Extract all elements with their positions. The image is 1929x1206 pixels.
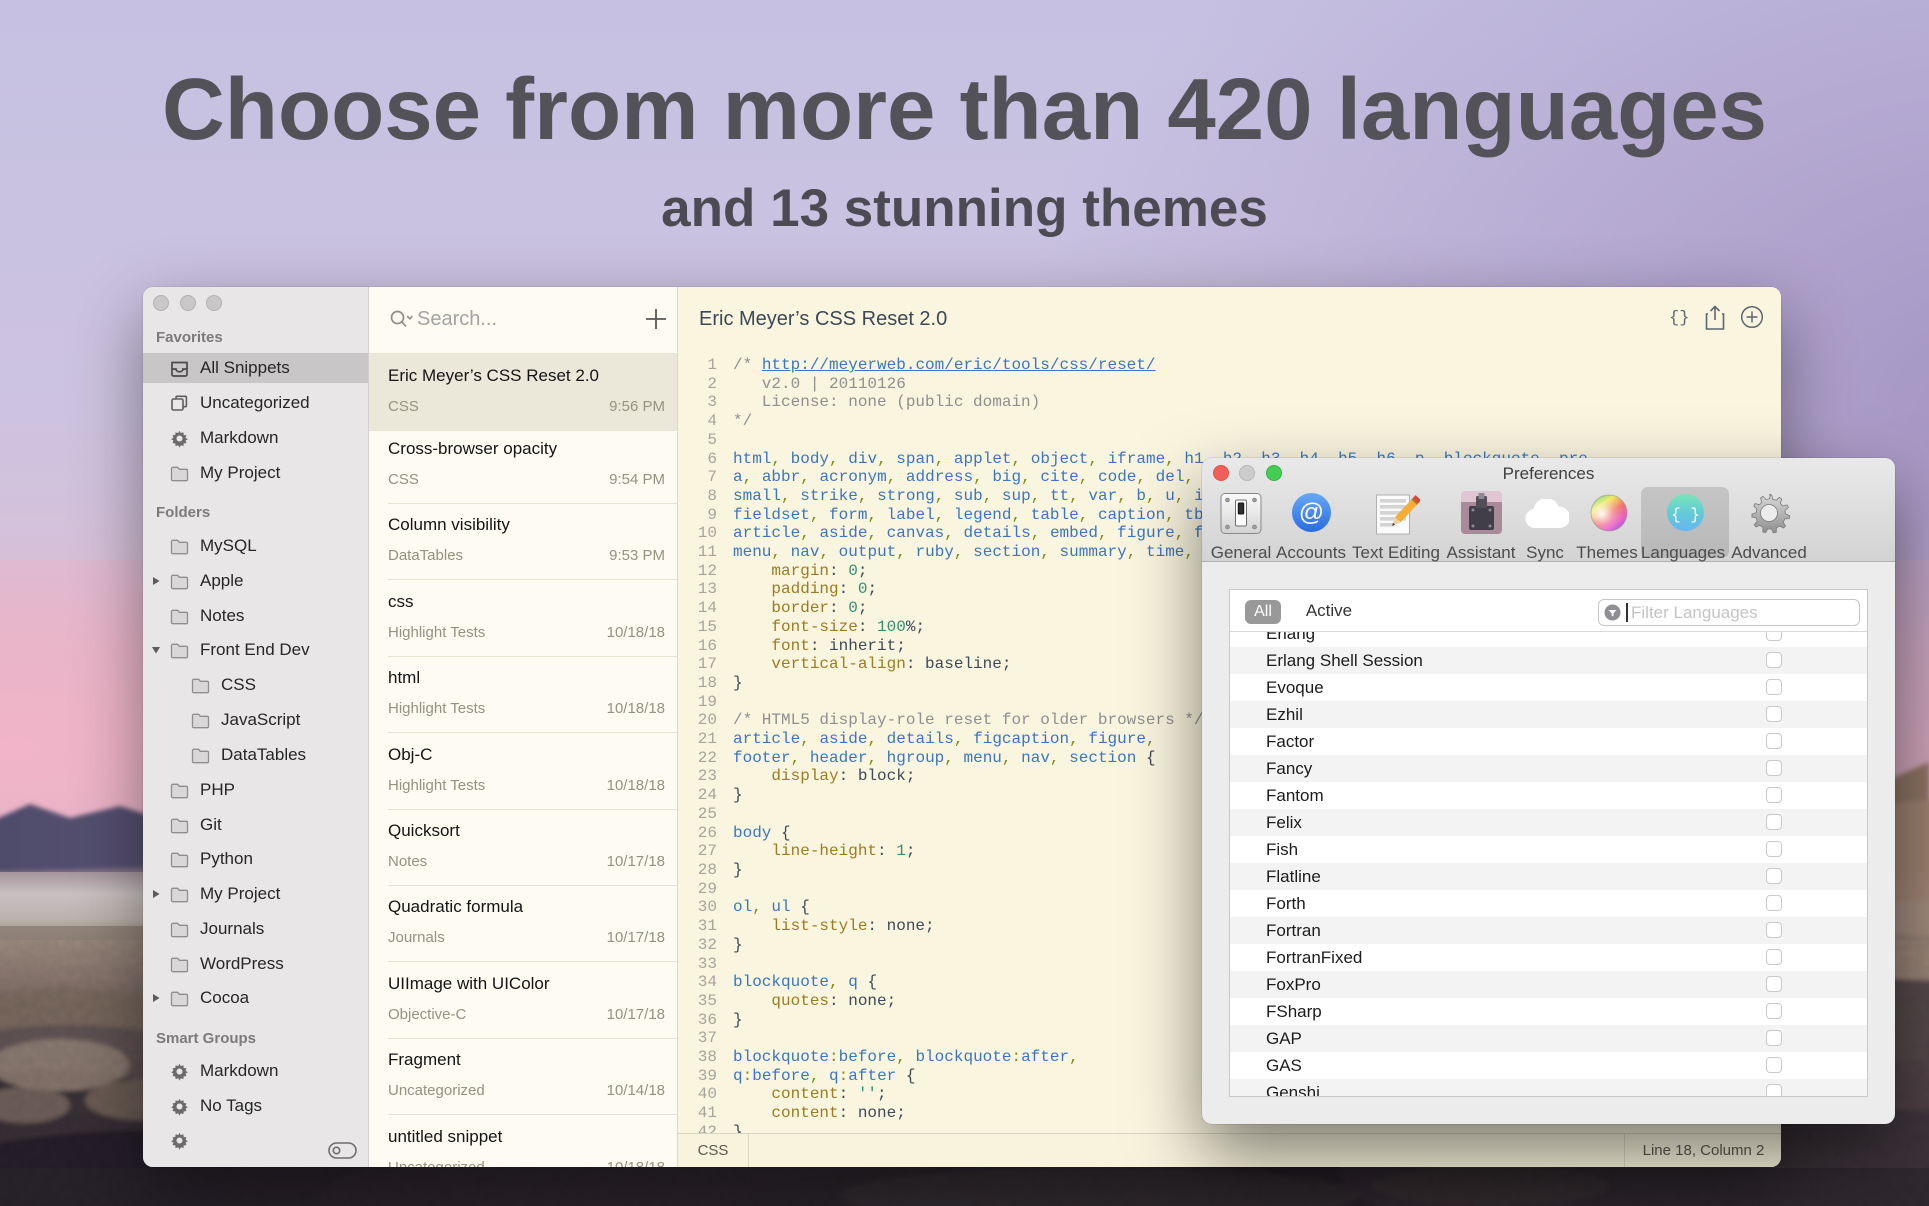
svg-text:@: @ — [1299, 499, 1324, 527]
svg-text:{ }: { } — [1671, 506, 1700, 524]
